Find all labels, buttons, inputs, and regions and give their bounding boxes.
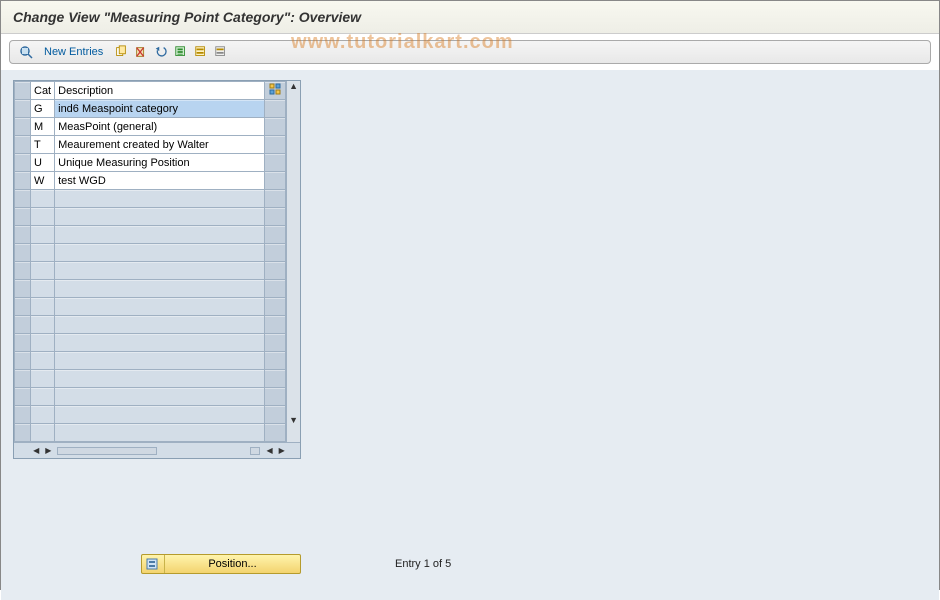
- table-row[interactable]: T Meaurement created by Walter: [15, 136, 286, 154]
- table-row-empty[interactable]: [15, 208, 286, 226]
- table-row-empty[interactable]: [15, 406, 286, 424]
- table-row-empty[interactable]: [15, 370, 286, 388]
- table-row-empty[interactable]: [15, 316, 286, 334]
- position-label: Position...: [165, 558, 300, 570]
- table-row-empty[interactable]: [15, 388, 286, 406]
- vertical-scrollbar[interactable]: ▲ ▼: [286, 81, 300, 442]
- header: Change View "Measuring Point Category": …: [1, 1, 939, 34]
- cell-description[interactable]: Unique Measuring Position: [55, 154, 265, 172]
- copy-icon[interactable]: [113, 44, 129, 60]
- column-header-cat[interactable]: Cat: [31, 82, 55, 100]
- table-settings-button[interactable]: [265, 82, 286, 100]
- cell-description[interactable]: MeasPoint (general): [55, 118, 265, 136]
- cell-cat[interactable]: U: [31, 154, 55, 172]
- page-title: Change View "Measuring Point Category": …: [13, 9, 927, 25]
- cell-cat[interactable]: G: [31, 100, 55, 118]
- delete-icon[interactable]: [133, 44, 149, 60]
- row-selector[interactable]: [15, 136, 31, 154]
- cell-cat[interactable]: W: [31, 172, 55, 190]
- horizontal-scrollbar[interactable]: ◀ ▶ ◀ ▶: [14, 442, 300, 458]
- table-row-empty[interactable]: [15, 244, 286, 262]
- table-row[interactable]: G ind6 Measpoint category: [15, 100, 286, 118]
- scroll-right-icon[interactable]: ▶: [277, 446, 287, 455]
- table-row[interactable]: W test WGD: [15, 172, 286, 190]
- deselect-icon[interactable]: [213, 44, 229, 60]
- cell-description[interactable]: test WGD: [55, 172, 265, 190]
- table-row-empty[interactable]: [15, 424, 286, 442]
- table-row[interactable]: M MeasPoint (general): [15, 118, 286, 136]
- scroll-up-icon[interactable]: ▲: [287, 81, 300, 95]
- position-icon: [142, 555, 165, 573]
- table-row-empty[interactable]: [15, 334, 286, 352]
- table-row-empty[interactable]: [15, 352, 286, 370]
- select-block-icon[interactable]: [193, 44, 209, 60]
- cell-cat[interactable]: M: [31, 118, 55, 136]
- row-selector[interactable]: [15, 154, 31, 172]
- table-row-empty[interactable]: [15, 280, 286, 298]
- scroll-right-icon[interactable]: ▶: [43, 446, 53, 455]
- footer: Position... Entry 1 of 5: [141, 554, 451, 574]
- select-all-icon[interactable]: [173, 44, 189, 60]
- toolbar: New Entries: [9, 40, 931, 64]
- entry-count: Entry 1 of 5: [395, 558, 451, 570]
- scroll-left-icon[interactable]: ◀: [31, 446, 41, 455]
- table-row-empty[interactable]: [15, 226, 286, 244]
- cell-description[interactable]: Meaurement created by Walter: [55, 136, 265, 154]
- cell-cat[interactable]: T: [31, 136, 55, 154]
- row-selector[interactable]: [15, 118, 31, 136]
- table-header-row: Cat Description: [15, 82, 286, 100]
- column-header-description[interactable]: Description: [55, 82, 265, 100]
- position-button[interactable]: Position...: [141, 554, 301, 574]
- undo-icon[interactable]: [153, 44, 169, 60]
- table-row-empty[interactable]: [15, 262, 286, 280]
- table-row-empty[interactable]: [15, 298, 286, 316]
- cell-description[interactable]: ind6 Measpoint category: [55, 100, 265, 118]
- scroll-down-icon[interactable]: ▼: [287, 415, 300, 429]
- content-area: Cat Description G ind6 Measpoint categor…: [1, 70, 939, 600]
- row-selector[interactable]: [15, 100, 31, 118]
- row-selector[interactable]: [15, 172, 31, 190]
- table: Cat Description G ind6 Measpoint categor…: [13, 80, 301, 459]
- table-row-empty[interactable]: [15, 190, 286, 208]
- select-all-column-header[interactable]: [15, 82, 31, 100]
- table-row[interactable]: U Unique Measuring Position: [15, 154, 286, 172]
- detail-icon[interactable]: [18, 44, 34, 60]
- new-entries-button[interactable]: New Entries: [44, 46, 103, 58]
- scroll-left-icon[interactable]: ◀: [264, 446, 274, 455]
